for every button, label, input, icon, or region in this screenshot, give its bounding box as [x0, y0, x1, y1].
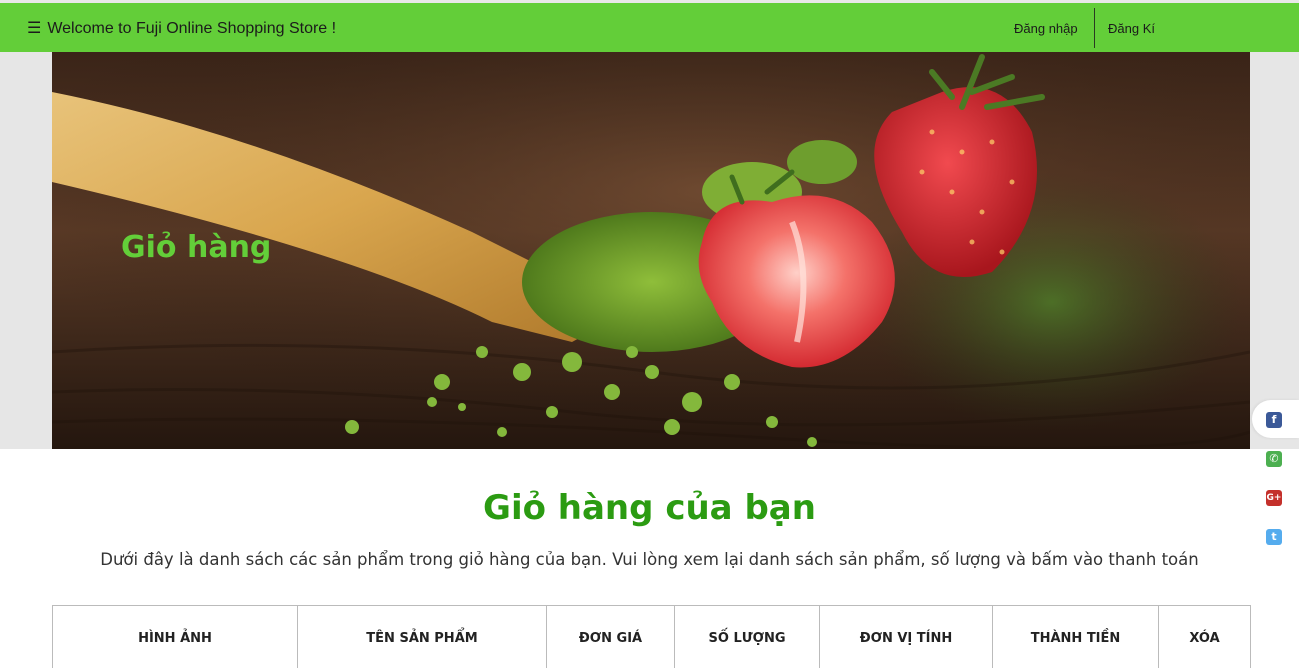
page-title: Giỏ hàng của bạn	[0, 488, 1299, 528]
twitter-icon[interactable]: t	[1266, 529, 1282, 545]
register-link[interactable]: Đăng Kí	[1108, 3, 1155, 52]
social-sidebar: f ✆ G+ t	[1252, 400, 1299, 560]
column-header-image: HÌNH ẢNH	[53, 606, 298, 668]
column-header-unit-price: ĐƠN GIÁ	[547, 606, 675, 668]
phone-icon[interactable]: ✆	[1266, 451, 1282, 467]
facebook-glyph: f	[1272, 413, 1277, 426]
nav-divider	[1094, 8, 1095, 48]
column-header-quantity: SỐ LƯỢNG	[675, 606, 820, 668]
page-description: Dưới đây là danh sách các sản phẩm trong…	[0, 550, 1299, 569]
column-header-unit: ĐƠN VỊ TÍNH	[820, 606, 993, 668]
login-link[interactable]: Đăng nhập	[1014, 3, 1078, 52]
hero-title: Giỏ hàng	[121, 230, 271, 265]
phone-glyph: ✆	[1269, 452, 1278, 465]
twitter-glyph: t	[1271, 530, 1276, 543]
facebook-icon[interactable]: f	[1266, 412, 1282, 428]
hero-banner: Giỏ hàng	[52, 52, 1250, 449]
top-navbar: ☰ Welcome to Fuji Online Shopping Store !…	[0, 3, 1299, 52]
menu-icon: ☰	[27, 20, 41, 37]
table-header-row: HÌNH ẢNH TÊN SẢN PHẨM ĐƠN GIÁ SỐ LƯỢNG Đ…	[53, 606, 1251, 668]
welcome-link[interactable]: ☰ Welcome to Fuji Online Shopping Store !	[27, 3, 336, 52]
cart-table: HÌNH ẢNH TÊN SẢN PHẨM ĐƠN GIÁ SỐ LƯỢNG Đ…	[52, 605, 1251, 668]
column-header-delete: XÓA	[1159, 606, 1251, 668]
hero-section: Giỏ hàng	[0, 52, 1299, 449]
column-header-total: THÀNH TIỀN	[993, 606, 1159, 668]
column-header-product-name: TÊN SẢN PHẨM	[298, 606, 547, 668]
welcome-text: Welcome to Fuji Online Shopping Store !	[47, 20, 336, 37]
